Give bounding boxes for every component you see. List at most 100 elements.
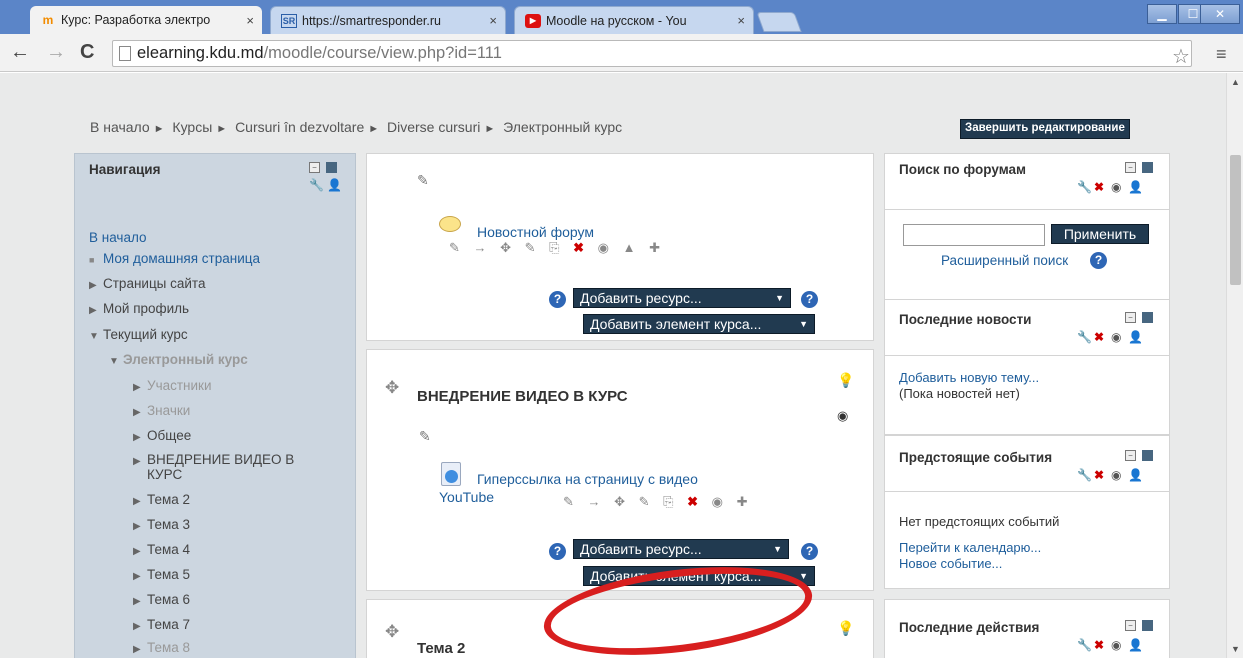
add-activity-select[interactable]: Добавить элемент курса... ▼ [583, 566, 815, 586]
eye-icon[interactable]: ◉ [1111, 180, 1121, 194]
breadcrumb-category[interactable]: Cursuri în dezvoltare [235, 119, 364, 135]
close-window-button[interactable]: ✕ [1200, 4, 1240, 24]
wrench-icon[interactable]: 🔧 [1077, 330, 1092, 344]
nav-item[interactable]: ▼ Текущий курс [89, 327, 188, 342]
finish-editing-button[interactable]: Завершить редактирование [960, 119, 1130, 139]
delete-icon[interactable]: ✖ [1094, 468, 1104, 482]
nav-item-label: Тема 8 [147, 640, 191, 655]
breadcrumb-course[interactable]: Электронный курс [503, 119, 622, 135]
help-icon[interactable]: ? [549, 291, 566, 308]
assign-roles-icon[interactable]: 👤 [1128, 330, 1143, 344]
nav-item[interactable]: ▶ Тема 7 [133, 617, 190, 632]
address-bar[interactable]: elearning.kdu.md/moodle/course/view.php?… [112, 40, 1192, 67]
wrench-icon[interactable]: 🔧 [309, 178, 324, 192]
nav-item[interactable]: ■ Моя домашняя страница [89, 251, 260, 266]
scrollbar-thumb[interactable] [1230, 155, 1241, 285]
wrench-icon[interactable]: 🔧 [1077, 180, 1092, 194]
move-icon[interactable]: ✥ [385, 622, 399, 642]
news-forum-link[interactable]: Новостной форум [477, 224, 594, 240]
highlight-bulb-icon[interactable]: 💡 [837, 620, 854, 637]
close-tab-icon[interactable]: × [489, 13, 497, 28]
add-resource-select[interactable]: Добавить ресурс... ▼ [573, 288, 791, 308]
help-icon[interactable]: ? [801, 291, 818, 308]
edit-summary-icon[interactable]: ✎ [419, 428, 431, 445]
close-tab-icon[interactable]: × [246, 13, 254, 28]
nav-item[interactable]: ▶ Тема 3 [133, 517, 190, 532]
nav-item[interactable]: ▶ Тема 8 [133, 640, 190, 655]
delete-icon[interactable]: ✖ [1094, 330, 1104, 344]
add-topic-link[interactable]: Добавить новую тему... [899, 370, 1039, 385]
highlight-bulb-icon[interactable]: 💡 [837, 372, 854, 389]
help-icon[interactable]: ? [801, 543, 818, 560]
eye-icon[interactable]: ◉ [1111, 468, 1121, 482]
collapse-icon[interactable]: − [1125, 620, 1136, 631]
dock-icon[interactable] [1142, 312, 1153, 323]
tab-smartresponder[interactable]: SR https://smartresponder.ru × [270, 6, 506, 34]
new-event-link[interactable]: Новое событие... [899, 556, 1002, 571]
close-tab-icon[interactable]: × [737, 13, 745, 28]
tab-course[interactable]: m Курс: Разработка электро × [30, 6, 262, 34]
breadcrumb-courses[interactable]: Курсы [172, 119, 212, 135]
scroll-down-icon[interactable]: ▼ [1231, 644, 1240, 654]
nav-item[interactable]: КУРС [133, 467, 182, 482]
assign-roles-icon[interactable]: 👤 [1128, 180, 1143, 194]
wrench-icon[interactable]: 🔧 [1077, 468, 1092, 482]
nav-item[interactable]: ▶ Тема 5 [133, 567, 190, 582]
minimize-button[interactable]: ▁ [1147, 4, 1177, 24]
nav-item[interactable]: ▶ Мой профиль [89, 301, 189, 316]
wrench-icon[interactable]: 🔧 [1077, 638, 1092, 652]
help-icon[interactable]: ? [1090, 252, 1107, 269]
breadcrumb-home[interactable]: В начало [90, 119, 150, 135]
dock-icon[interactable] [1142, 450, 1153, 461]
nav-item[interactable]: ▶ Тема 4 [133, 542, 190, 557]
nav-item[interactable]: ▶ Значки [133, 403, 190, 418]
eye-icon[interactable]: ◉ [1111, 330, 1121, 344]
nav-item[interactable]: ▶ Страницы сайта [89, 276, 205, 291]
collapse-icon[interactable]: − [1125, 450, 1136, 461]
activity-edit-icons[interactable]: ✎ → ✥ ✎ ⎘ ✖ ◉ ▲ ✚ [449, 240, 665, 256]
bookmark-star-icon[interactable]: ☆ [1172, 44, 1190, 69]
dock-icon[interactable] [326, 162, 337, 173]
activity-edit-icons[interactable]: ✎ → ✥ ✎ ⎘ ✖ ◉ ✚ [563, 494, 753, 510]
eye-icon[interactable]: ◉ [837, 408, 848, 424]
eye-icon[interactable]: ◉ [1111, 638, 1121, 652]
nav-item-label: Тема 5 [147, 567, 191, 582]
collapse-icon[interactable]: − [309, 162, 320, 173]
new-tab-button[interactable] [756, 12, 802, 32]
move-icon[interactable]: ✥ [385, 378, 399, 398]
collapse-icon[interactable]: − [1125, 162, 1136, 173]
scroll-up-icon[interactable]: ▲ [1231, 77, 1240, 87]
add-resource-select[interactable]: Добавить ресурс... ▼ [573, 539, 789, 559]
nav-item[interactable]: В начало [89, 230, 147, 245]
help-icon[interactable]: ? [549, 543, 566, 560]
edit-summary-icon[interactable]: ✎ [417, 172, 429, 189]
add-activity-select[interactable]: Добавить элемент курса... ▼ [583, 314, 815, 334]
forward-icon[interactable]: → [46, 42, 66, 62]
breadcrumb-subcategory[interactable]: Diverse cursuri [387, 119, 480, 135]
reload-icon[interactable]: C [80, 42, 94, 62]
back-icon[interactable]: ← [10, 42, 30, 62]
delete-icon[interactable]: ✖ [1094, 638, 1104, 652]
page-scrollbar[interactable]: ▲ ▼ [1226, 73, 1243, 658]
browser-menu-icon[interactable]: ≡ [1216, 44, 1227, 65]
video-link-line2[interactable]: YouTube [439, 489, 494, 505]
advanced-search-link[interactable]: Расширенный поиск [941, 253, 1068, 268]
nav-item[interactable]: ▶ Тема 6 [133, 592, 190, 607]
tab-youtube[interactable]: ▶ Moodle на русском - You × [514, 6, 754, 34]
apply-search-button[interactable]: Применить [1051, 224, 1149, 244]
nav-item[interactable]: ▶ Тема 2 [133, 492, 190, 507]
video-link-line1[interactable]: Гиперссылка на страницу с видео [477, 471, 698, 487]
collapse-icon[interactable]: − [1125, 312, 1136, 323]
nav-item[interactable]: ▶ ВНЕДРЕНИЕ ВИДЕО В [133, 452, 294, 467]
delete-icon[interactable]: ✖ [1094, 180, 1104, 194]
nav-item[interactable]: ▶ Участники [133, 378, 212, 393]
calendar-link[interactable]: Перейти к календарю... [899, 540, 1041, 555]
assign-roles-icon[interactable]: 👤 [327, 178, 342, 192]
nav-item[interactable]: ▶ Общее [133, 428, 191, 443]
dock-icon[interactable] [1142, 162, 1153, 173]
assign-roles-icon[interactable]: 👤 [1128, 468, 1143, 482]
nav-item[interactable]: ▼ Электронный курс [109, 352, 248, 367]
dock-icon[interactable] [1142, 620, 1153, 631]
forum-search-input[interactable] [903, 224, 1045, 246]
assign-roles-icon[interactable]: 👤 [1128, 638, 1143, 652]
